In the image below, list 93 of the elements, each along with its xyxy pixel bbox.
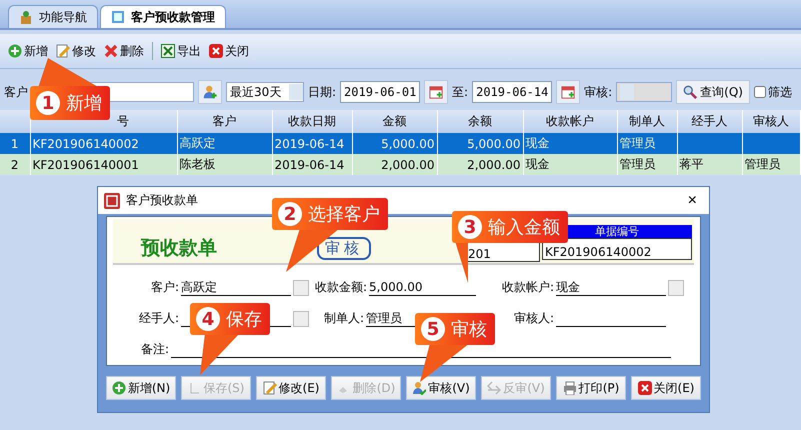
printer-icon <box>562 381 577 395</box>
date-field[interactable]: 2019-06-01 <box>340 81 420 103</box>
window-title: 客户预收款单 <box>126 192 198 209</box>
plus-icon <box>8 44 22 58</box>
table-cell: 5,000.00 <box>437 133 523 154</box>
table-cell: 蒋平 <box>677 154 742 175</box>
input-field[interactable]: 高跃定 <box>181 280 291 296</box>
add-button[interactable]: 新增(N) <box>106 376 176 400</box>
plus-icon <box>112 381 126 395</box>
step-number: 4 <box>196 307 220 331</box>
home-icon <box>19 10 33 24</box>
export-button[interactable]: 导出 <box>161 42 201 60</box>
calendar-button[interactable] <box>556 80 580 104</box>
tab[interactable]: 客户预收款管理 <box>100 5 226 28</box>
input-field[interactable]: 5,000.00 <box>369 280 476 296</box>
field-label: 至: <box>452 84 468 100</box>
print-button[interactable]: 打印(P) <box>556 376 626 400</box>
table-cell: 5,000.00 <box>352 133 437 154</box>
input-field[interactable]: 现金 <box>556 280 666 296</box>
table-cell: 陈老板 <box>177 154 272 175</box>
step-number: 3 <box>458 215 482 239</box>
approve-button[interactable]: 审核(V) <box>406 376 476 400</box>
column-header: 经手人 <box>677 110 742 133</box>
close-icon <box>638 381 652 395</box>
edit-button[interactable]: 修改 <box>56 42 96 60</box>
close-button[interactable]: × <box>684 192 701 210</box>
field-label: 收款帐户: <box>502 279 554 296</box>
edit-button[interactable]: 修改(E) <box>256 376 326 400</box>
row-number: 1 <box>0 133 30 154</box>
field-label: 备注: <box>141 341 170 358</box>
close-button[interactable]: 关闭 <box>209 42 249 60</box>
field-label: 客户 <box>4 84 28 100</box>
user-plus-icon <box>203 85 217 99</box>
calendar-icon <box>429 85 444 99</box>
tab[interactable]: 功能导航 <box>8 5 98 28</box>
field-label: 制单人: <box>324 310 364 327</box>
column-header: 制单人 <box>617 110 677 133</box>
arrows-icon <box>487 381 502 395</box>
table-cell: 管理员 <box>742 154 800 175</box>
delete-button[interactable]: 删除 <box>104 42 144 60</box>
table-cell: 高跃定 <box>177 133 272 154</box>
step-number: 1 <box>36 91 60 115</box>
form-heading: 预收款单 <box>141 236 217 261</box>
calendar-icon <box>561 85 576 99</box>
query-button[interactable]: 查询(Q) <box>676 80 750 104</box>
callout-label: 保存 <box>226 308 262 331</box>
column-header: 金额 <box>352 110 437 133</box>
spreadsheet-icon <box>161 44 175 58</box>
field-label: 日期: <box>308 84 336 100</box>
close-icon <box>209 44 223 58</box>
callout-label: 选择客户 <box>308 203 380 226</box>
checkbox-label: 筛选 <box>768 84 792 100</box>
field-label: 经手人: <box>138 310 179 327</box>
close-button[interactable]: 关闭(E) <box>631 376 701 400</box>
calendar-button[interactable] <box>424 80 448 104</box>
add-customer-button[interactable] <box>198 80 222 104</box>
add-button[interactable]: 新增 <box>8 42 48 60</box>
table-cell: 现金 <box>523 133 617 154</box>
field-label: 客户: <box>150 279 179 296</box>
date-field[interactable]: 2019-06-14 <box>472 81 552 103</box>
table-cell: 现金 <box>523 154 617 175</box>
column-header: 审核人 <box>742 110 800 133</box>
column-header: 客户 <box>177 110 272 133</box>
pointer-tooltip <box>199 332 241 376</box>
table-cell: KF201906140002 <box>30 133 177 154</box>
field-label: 收款金额: <box>315 279 368 296</box>
column-header: 收款日期 <box>272 110 352 133</box>
window-icon <box>111 10 125 24</box>
checkbox[interactable] <box>754 86 766 98</box>
app-logo-icon <box>104 192 120 208</box>
user-check-icon <box>412 381 426 395</box>
callout-label: 审核 <box>451 318 487 341</box>
row-number: 2 <box>0 154 30 175</box>
table-cell: KF201906140001 <box>30 154 177 175</box>
column-header: 收款帐户 <box>523 110 617 133</box>
table-cell: 管理员 <box>617 154 677 175</box>
pencil-icon <box>262 381 277 395</box>
doc-number-field[interactable]: KF201906140002 <box>542 238 692 260</box>
cross-icon <box>104 44 118 58</box>
field-label: 审核人: <box>514 310 554 327</box>
step-number: 2 <box>278 202 302 226</box>
table-cell: 2,000.00 <box>352 154 437 175</box>
step-number: 5 <box>421 317 445 341</box>
table-cell: 2,000.00 <box>437 154 523 175</box>
period-dropdown[interactable]: 最近30天 <box>226 82 304 102</box>
field-label: 审核: <box>584 84 612 100</box>
table-cell: 管理员 <box>617 133 677 154</box>
column-header: 余额 <box>437 110 523 133</box>
table-cell: 2019-06-14 <box>272 154 352 175</box>
pointer-tooltip <box>454 240 469 284</box>
search-icon <box>683 85 698 99</box>
table-cell: 2019-06-14 <box>272 133 352 154</box>
pencil-icon <box>56 44 70 58</box>
